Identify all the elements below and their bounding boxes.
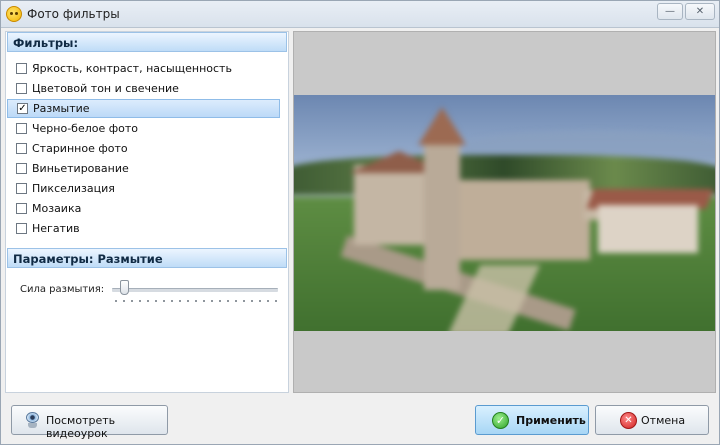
filter-label: Размытие [33, 102, 90, 115]
checkbox[interactable] [16, 123, 27, 134]
watch-video-button[interactable]: Посмотреть видеоурок [11, 405, 168, 440]
filter-item-black-white[interactable]: Черно-белое фото [7, 119, 280, 138]
filter-label: Черно-белое фото [32, 122, 139, 135]
title-bar: Фото фильтры — ✕ [1, 1, 719, 28]
filter-label: Яркость, контраст, насыщенность [32, 62, 232, 75]
filters-header: Фильтры: [7, 32, 287, 52]
cancel-label: Отмена [641, 414, 686, 427]
filter-label: Мозаика [32, 202, 82, 215]
checkbox-checked[interactable]: ✓ [17, 103, 28, 114]
filter-label: Старинное фото [32, 142, 128, 155]
filter-item-negative[interactable]: Негатив [7, 219, 280, 238]
blur-slider-thumb[interactable] [119, 280, 129, 295]
filter-label: Негатив [32, 222, 80, 235]
filter-label: Виньетирование [32, 162, 129, 175]
cancel-circle-icon: ✕ [620, 412, 637, 429]
photo-filters-window: Фото фильтры — ✕ Фильтры: Яркость, контр… [0, 0, 720, 445]
app-smiley-icon [6, 6, 22, 22]
webcam-icon [25, 412, 41, 429]
filter-item-brightness[interactable]: Яркость, контраст, насыщенность [7, 59, 280, 78]
filter-item-mosaic[interactable]: Мозаика [7, 199, 280, 218]
checkbox[interactable] [16, 83, 27, 94]
checkbox[interactable] [16, 163, 27, 174]
filter-item-blur[interactable]: ✓ Размытие [7, 99, 280, 118]
window-title: Фото фильтры [27, 7, 120, 21]
filter-item-vignette[interactable]: Виньетирование [7, 159, 280, 178]
photo-preview [293, 31, 716, 393]
filter-item-hue[interactable]: Цветовой тон и свечение [7, 79, 280, 98]
filter-label: Цветовой тон и свечение [32, 82, 179, 95]
minimize-button[interactable]: — [657, 3, 683, 20]
params-header: Параметры: Размытие [7, 248, 287, 268]
filter-item-vintage[interactable]: Старинное фото [7, 139, 280, 158]
checkbox[interactable] [16, 143, 27, 154]
checkbox[interactable] [16, 183, 27, 194]
watch-video-label: Посмотреть видеоурок [46, 414, 116, 440]
checkbox[interactable] [16, 203, 27, 214]
checkbox[interactable] [16, 223, 27, 234]
check-circle-icon: ✓ [492, 412, 509, 429]
blur-slider-track[interactable] [112, 288, 278, 292]
filter-item-pixelate[interactable]: Пикселизация [7, 179, 280, 198]
apply-label: Применить [516, 414, 586, 427]
apply-button[interactable]: ✓ Применить [475, 405, 589, 435]
filter-label: Пикселизация [32, 182, 115, 195]
blurred-photo [294, 95, 715, 331]
close-button[interactable]: ✕ [685, 3, 715, 20]
blur-strength-label: Сила размытия: [20, 284, 105, 295]
filters-panel: Фильтры: Яркость, контраст, насыщенность… [5, 31, 289, 393]
checkbox[interactable] [16, 63, 27, 74]
cancel-button[interactable]: ✕ Отмена [595, 405, 709, 435]
slider-ticks [112, 300, 278, 302]
footer: Посмотреть видеоурок ✓ Применить ✕ Отмен… [1, 397, 719, 444]
